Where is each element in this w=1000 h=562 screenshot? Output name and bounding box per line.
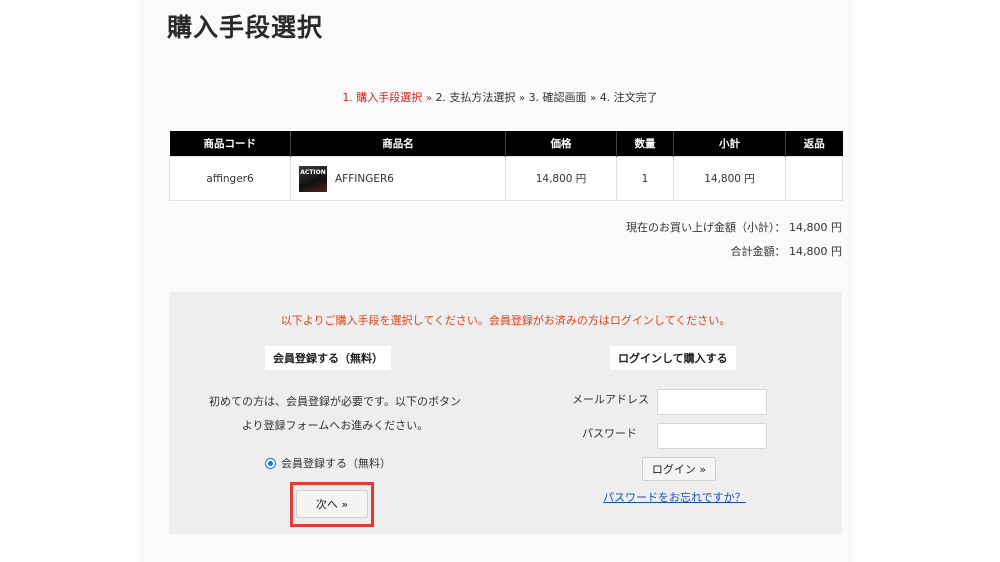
password-label: パスワード bbox=[582, 427, 637, 440]
total-value: 14,800 円 bbox=[789, 245, 842, 258]
total-line: 合計金額： 14,800 円 bbox=[731, 243, 843, 259]
subtotal-line: 現在のお買い上げ金額（小計）： 14,800 円 bbox=[626, 219, 842, 235]
purchase-method-panel: 以下よりご購入手段を選択してください。会員登録がお済みの方はログインしてください… bbox=[169, 292, 842, 534]
product-name: AFFINGER6 bbox=[335, 172, 394, 185]
cell-name: ACTION AFFINGER6 bbox=[290, 156, 506, 201]
header-price: 価格 bbox=[505, 131, 617, 157]
cell-qty: 1 bbox=[616, 156, 674, 201]
register-description: 初めての方は、会員登録が必要です。以下のボタン より登録フォームへお進みください… bbox=[209, 395, 461, 432]
password-field[interactable] bbox=[657, 423, 767, 449]
header-subtotal: 小計 bbox=[673, 131, 786, 157]
cell-returns bbox=[785, 156, 843, 201]
header-code: 商品コード bbox=[169, 131, 291, 157]
cart-table: 商品コード 商品名 価格 数量 小計 返品 affinger6 ACTION AF… bbox=[169, 131, 843, 201]
step-4: 4. 注文完了 bbox=[599, 91, 658, 104]
login-heading: ログインして購入する bbox=[610, 346, 736, 370]
page-title: 購入手段選択 bbox=[167, 13, 324, 42]
product-thumbnail: ACTION bbox=[299, 165, 327, 192]
subtotal-label: 現在のお買い上げ金額（小計）： bbox=[626, 221, 786, 234]
step-3: 3. 確認画面 » bbox=[528, 91, 597, 104]
register-heading: 会員登録する（無料） bbox=[265, 346, 391, 370]
header-name: 商品名 bbox=[290, 131, 506, 157]
checkout-steps: 1. 購入手段選択 » 2. 支払方法選択 » 3. 確認画面 » 4. 注文完… bbox=[0, 89, 1000, 105]
total-label: 合計金額： bbox=[730, 245, 786, 258]
notice-text: 以下よりご購入手段を選択してください。会員登録がお済みの方はログインしてください… bbox=[280, 314, 731, 327]
cell-code: affinger6 bbox=[169, 156, 291, 201]
table-row: affinger6 ACTION AFFINGER6 14,800 円 1 14,… bbox=[169, 156, 843, 201]
header-returns: 返品 bbox=[785, 131, 843, 157]
register-radio-option[interactable]: 会員登録する（無料） bbox=[265, 455, 391, 471]
header-qty: 数量 bbox=[616, 131, 674, 157]
radio-button[interactable] bbox=[265, 457, 276, 469]
step-2: 2. 支払方法選択 » bbox=[435, 91, 526, 104]
email-field[interactable] bbox=[657, 389, 767, 415]
cell-price: 14,800 円 bbox=[505, 156, 617, 201]
cell-subtotal: 14,800 円 bbox=[673, 156, 786, 201]
table-header-row: 商品コード 商品名 価格 数量 小計 返品 bbox=[169, 131, 843, 157]
email-label: メールアドレス bbox=[572, 393, 649, 406]
subtotal-value: 14,800 円 bbox=[789, 221, 842, 234]
radio-label: 会員登録する（無料） bbox=[281, 457, 391, 470]
step-1: 1. 購入手段選択 » bbox=[342, 91, 432, 104]
forgot-password-link[interactable]: パスワードをお忘れですか？ bbox=[603, 489, 746, 505]
next-button[interactable]: 次へ » bbox=[296, 490, 368, 518]
login-button[interactable]: ログイン » bbox=[642, 457, 716, 481]
